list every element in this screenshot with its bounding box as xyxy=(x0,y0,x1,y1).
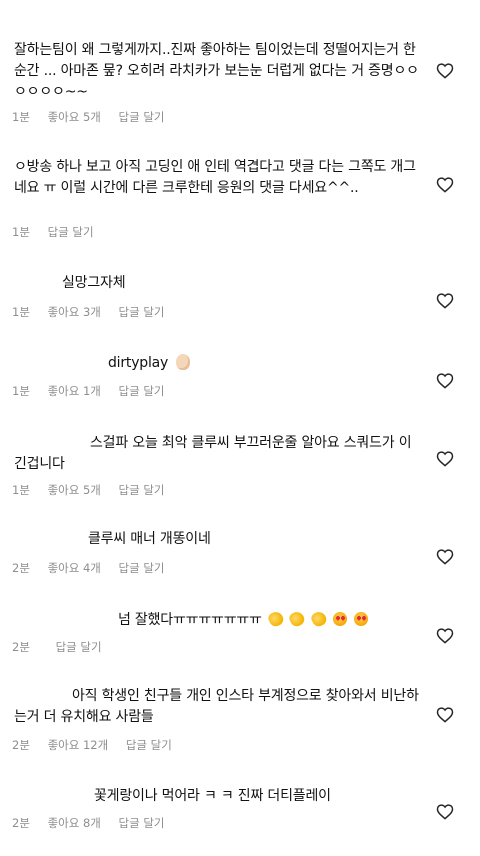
comment-likes-count[interactable]: 좋아요 12개 xyxy=(48,738,109,752)
comment-text: 꽃게랑이나 먹어라 ㅋ ㅋ 진짜 더티플레이 xyxy=(94,788,331,804)
like-heart-icon[interactable] xyxy=(436,803,454,820)
comment-meta: 1분 좋아요 3개 답글 달기 xyxy=(12,304,179,320)
comment-time: 2분 xyxy=(12,816,30,830)
comment-meta: 2분 좋아요 4개 답글 달기 xyxy=(12,560,179,576)
clapping-hands-emoji-icon xyxy=(266,609,286,629)
reply-button[interactable]: 답글 달기 xyxy=(119,483,165,497)
comment-time: 2분 xyxy=(12,738,30,752)
reply-button[interactable]: 답글 달기 xyxy=(56,640,102,654)
reply-button[interactable]: 답글 달기 xyxy=(119,110,165,124)
like-heart-icon[interactable] xyxy=(436,176,454,193)
comment-meta: 1분 좋아요 5개 답글 달기 xyxy=(12,109,179,125)
comment-text-block: 꽃게랑이나 먹어라 ㅋ ㅋ 진짜 더티플레이 xyxy=(14,786,424,807)
comment-meta: 1분 좋아요 5개 답글 달기 xyxy=(12,482,179,498)
comment-text: ㅇ방송 하나 보고 아직 고딩인 애 인테 역겹다고 댓글 다는 그쪽도 개그네… xyxy=(14,159,416,196)
comment-text: 아직 학생인 친구들 개인 인스타 부계정으로 찾아와서 비난하는거 더 유치해… xyxy=(14,688,419,725)
like-heart-icon[interactable] xyxy=(436,450,454,467)
heart-eyes-emoji-icon xyxy=(354,612,369,626)
comment-text: 실망그자체 xyxy=(62,275,126,291)
comment-likes-count[interactable]: 좋아요 4개 xyxy=(48,561,101,575)
comment-meta: 1분 답글 달기 xyxy=(12,224,108,240)
comment-meta: 2분 답글 달기 xyxy=(12,639,116,655)
comment-meta: 2분 좋아요 12개 답글 달기 xyxy=(12,737,186,753)
comment-text-block: 스걸파 오늘 최악 클루씨 부끄러운줄 알아요 스쿼드가 이긴겁니다 xyxy=(14,433,424,475)
comment-text-block: 클루씨 매너 개똥이네 xyxy=(14,529,424,550)
comment-time: 1분 xyxy=(12,305,30,319)
like-heart-icon[interactable] xyxy=(436,627,454,644)
comment-likes-count[interactable]: 좋아요 5개 xyxy=(48,110,101,124)
comment-text-block: dirtyplay xyxy=(14,353,424,374)
reply-button[interactable]: 답글 달기 xyxy=(119,561,165,575)
heart-eyes-emoji-icon xyxy=(332,612,347,626)
comment-text: dirtyplay xyxy=(108,355,169,371)
like-heart-icon[interactable] xyxy=(436,62,454,79)
comment-text-block: 넘 잘했다ㅠㅠㅠㅠㅠㅠㅠ xyxy=(14,609,424,631)
comment-text: 잘하는팀이 왜 그렇게까지..진짜 좋아하는 팀이었는데 정떨어지는거 한순간 … xyxy=(14,42,419,100)
reply-button[interactable]: 답글 달기 xyxy=(48,225,94,239)
comment-likes-count[interactable]: 좋아요 8개 xyxy=(48,816,101,830)
comment-meta: 1분 좋아요 1개 답글 달기 xyxy=(12,383,179,399)
like-heart-icon[interactable] xyxy=(436,548,454,565)
reply-button[interactable]: 답글 달기 xyxy=(119,384,165,398)
comment-text-block: ㅇ방송 하나 보고 아직 고딩인 애 인테 역겹다고 댓글 다는 그쪽도 개그네… xyxy=(14,157,424,199)
reply-button[interactable]: 답글 달기 xyxy=(126,738,172,752)
comment-text: 스걸파 오늘 최악 클루씨 부끄러운줄 알아요 스쿼드가 이긴겁니다 xyxy=(14,435,412,472)
clapping-hands-emoji-icon xyxy=(287,609,307,629)
comment-time: 1분 xyxy=(12,110,30,124)
clapping-hands-emoji-icon xyxy=(309,609,328,629)
comment-text-block: 실망그자체 xyxy=(14,273,424,294)
like-heart-icon[interactable] xyxy=(436,292,454,309)
like-heart-icon[interactable] xyxy=(436,706,454,723)
comment-time: 1분 xyxy=(12,483,30,497)
comment-time: 1분 xyxy=(12,225,30,239)
ok-hand-emoji-icon xyxy=(176,354,191,370)
comment-text: 클루씨 매너 개똥이네 xyxy=(88,531,211,547)
comment-meta: 2분 좋아요 8개 답글 달기 xyxy=(12,815,179,831)
comment-time: 2분 xyxy=(12,561,30,575)
comment-likes-count[interactable]: 좋아요 5개 xyxy=(48,483,101,497)
reply-button[interactable]: 답글 달기 xyxy=(119,816,165,830)
comment-likes-count[interactable]: 좋아요 1개 xyxy=(48,384,101,398)
comment-likes-count[interactable]: 좋아요 3개 xyxy=(48,305,101,319)
comment-time: 1분 xyxy=(12,384,30,398)
comment-text-block: 잘하는팀이 왜 그렇게까지..진짜 좋아하는 팀이었는데 정떨어지는거 한순간 … xyxy=(14,40,424,103)
like-heart-icon[interactable] xyxy=(436,372,454,389)
comment-text: 넘 잘했다ㅠㅠㅠㅠㅠㅠㅠ xyxy=(118,612,262,628)
comment-text-block: 아직 학생인 친구들 개인 인스타 부계정으로 찾아와서 비난하는거 더 유치해… xyxy=(14,686,424,728)
reply-button[interactable]: 답글 달기 xyxy=(119,305,165,319)
comment-time: 2분 xyxy=(12,640,30,654)
